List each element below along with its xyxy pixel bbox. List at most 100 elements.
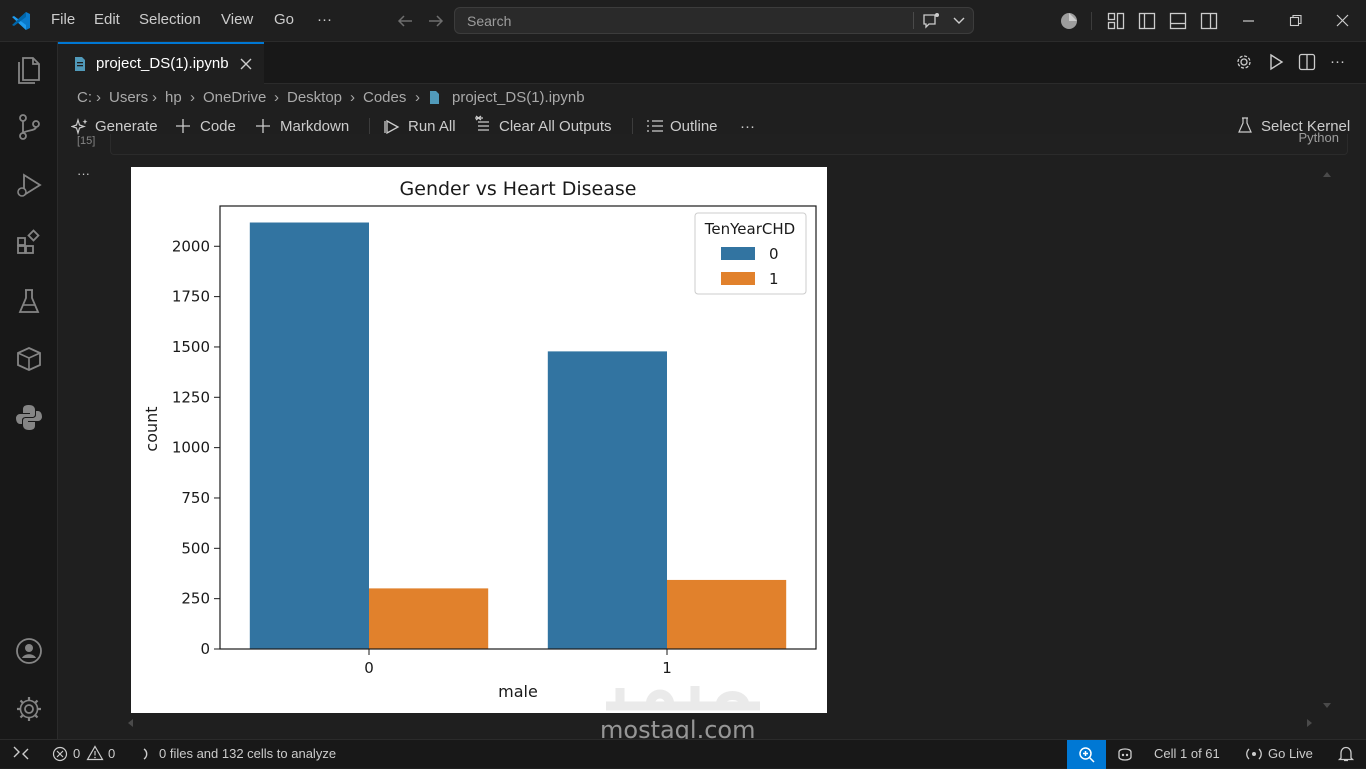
- toggle-secondary-sidebar-icon[interactable]: [1200, 12, 1218, 30]
- bar-chart: Gender vs Heart Disease 0250500750100012…: [142, 178, 817, 701]
- manage-gear-icon[interactable]: [14, 694, 44, 724]
- breadcrumb-item[interactable]: Desktop: [287, 89, 342, 106]
- toggle-primary-sidebar-icon[interactable]: [1138, 12, 1156, 30]
- y-tick-label: 750: [181, 489, 210, 507]
- breadcrumb-item[interactable]: Codes: [363, 89, 406, 106]
- warning-count[interactable]: 0: [108, 746, 115, 761]
- cell-language[interactable]: Python: [1299, 130, 1339, 145]
- y-axis-label: count: [142, 406, 161, 451]
- tab-bar: project_DS(1).ipynb ···: [58, 42, 1366, 84]
- y-tick-label: 2000: [172, 237, 210, 255]
- source-control-icon[interactable]: [14, 112, 44, 142]
- menu-more[interactable]: ···: [317, 11, 332, 28]
- remote-explorer-icon[interactable]: [14, 344, 44, 374]
- plus-icon: [176, 119, 190, 133]
- y-tick-label: 0: [200, 640, 210, 658]
- output-more-button[interactable]: ···: [77, 166, 90, 181]
- scroll-right-arrow-icon[interactable]: [1306, 718, 1314, 728]
- copilot-icon[interactable]: [1116, 745, 1134, 763]
- scroll-up-arrow-icon[interactable]: [1322, 170, 1332, 178]
- title-divider: [1091, 12, 1092, 30]
- menu-selection[interactable]: Selection: [139, 11, 201, 28]
- run-play-icon[interactable]: [1267, 53, 1285, 71]
- legend-label: 0: [769, 245, 779, 263]
- breadcrumb-item[interactable]: C:: [77, 89, 92, 106]
- notebook-file-icon: [75, 57, 85, 71]
- copilot-chat-icon[interactable]: [921, 12, 941, 30]
- search-placeholder: Search: [467, 13, 512, 29]
- accounts-pie-icon[interactable]: [1059, 11, 1079, 31]
- cell-output-chart: Gender vs Heart Disease 0 250 500 750 1000 12…: [131, 167, 827, 713]
- toggle-panel-icon[interactable]: [1169, 12, 1187, 30]
- y-tick-label: 1000: [172, 439, 210, 457]
- menu-go[interactable]: Go: [274, 11, 294, 28]
- breadcrumb-item[interactable]: Users: [109, 89, 148, 106]
- chevron-right-icon: ›: [350, 89, 355, 106]
- warning-icon[interactable]: [86, 745, 104, 761]
- legend-swatch: [721, 272, 755, 285]
- zoom-in-icon: [1079, 747, 1095, 763]
- chevron-right-icon: ›: [96, 89, 101, 106]
- y-tick-label: 500: [181, 539, 210, 557]
- split-editor-icon[interactable]: [1298, 53, 1316, 71]
- menu-edit[interactable]: Edit: [94, 11, 120, 28]
- extensions-icon[interactable]: [14, 228, 44, 258]
- add-code-button[interactable]: Code: [200, 118, 236, 135]
- add-markdown-button[interactable]: Markdown: [280, 118, 349, 135]
- run-debug-icon[interactable]: [14, 170, 44, 200]
- clear-all-outputs-button[interactable]: Clear All Outputs: [499, 118, 612, 135]
- error-icon[interactable]: [52, 746, 68, 762]
- notifications-bell-icon[interactable]: [1337, 745, 1355, 763]
- breadcrumb-item[interactable]: project_DS(1).ipynb: [452, 89, 585, 106]
- tab-label: project_DS(1).ipynb: [96, 55, 229, 72]
- chevron-down-icon[interactable]: [953, 16, 965, 26]
- breadcrumb-item[interactable]: OneDrive: [203, 89, 266, 106]
- breadcrumb-item[interactable]: hp: [165, 89, 182, 106]
- error-count[interactable]: 0: [73, 746, 80, 761]
- scroll-down-arrow-icon[interactable]: [1322, 702, 1332, 710]
- generate-button[interactable]: Generate: [95, 118, 158, 135]
- menu-view[interactable]: View: [221, 11, 253, 28]
- notebook-settings-gear-icon[interactable]: [1235, 53, 1253, 71]
- y-tick-label: 1250: [172, 388, 210, 406]
- bar: [547, 351, 667, 649]
- go-live-button[interactable]: Go Live: [1268, 746, 1313, 761]
- restore-icon[interactable]: [1289, 14, 1303, 28]
- legend-label: 1: [769, 270, 779, 288]
- close-window-icon[interactable]: [1336, 14, 1350, 28]
- clear-outputs-icon: [475, 115, 489, 131]
- code-cell-bottom[interactable]: Python: [110, 130, 1348, 155]
- run-all-button[interactable]: Run All: [408, 118, 456, 135]
- mostaql-logo-icon: [606, 686, 760, 711]
- execution-count: [15]: [77, 135, 96, 147]
- chevron-right-icon: ›: [415, 89, 420, 106]
- account-icon[interactable]: [14, 636, 44, 666]
- search-divider: [913, 12, 914, 29]
- tab-more-actions[interactable]: ···: [1330, 53, 1345, 70]
- customize-layout-icon[interactable]: [1107, 12, 1125, 30]
- chevron-right-icon: ›: [190, 89, 195, 106]
- testing-flask-icon[interactable]: [14, 286, 44, 316]
- tab-project-notebook[interactable]: project_DS(1).ipynb: [58, 42, 264, 84]
- minimize-icon[interactable]: [1242, 14, 1256, 28]
- legend-title: TenYearCHD: [704, 220, 795, 238]
- scroll-left-arrow-icon[interactable]: [126, 718, 134, 728]
- search-input[interactable]: Search: [454, 7, 974, 34]
- plus-icon: [256, 119, 270, 133]
- cell-position[interactable]: Cell 1 of 61: [1154, 746, 1220, 761]
- back-arrow-icon[interactable]: [396, 13, 414, 29]
- zoom-button[interactable]: [1067, 740, 1106, 769]
- forward-arrow-icon[interactable]: [427, 13, 445, 29]
- outline-button[interactable]: Outline: [670, 118, 718, 135]
- close-tab-icon[interactable]: [239, 57, 253, 71]
- toolbar-more-button[interactable]: ···: [740, 118, 755, 135]
- menu-file[interactable]: File: [51, 11, 75, 28]
- loading-spinner-icon: [143, 748, 148, 760]
- bar: [249, 222, 369, 649]
- explorer-icon[interactable]: [14, 54, 44, 84]
- analysis-status[interactable]: 0 files and 132 cells to analyze: [159, 746, 336, 761]
- python-icon[interactable]: [14, 402, 44, 432]
- remote-indicator-icon[interactable]: [12, 745, 30, 761]
- activity-bar: [0, 42, 58, 739]
- y-tick-label: 1500: [172, 338, 210, 356]
